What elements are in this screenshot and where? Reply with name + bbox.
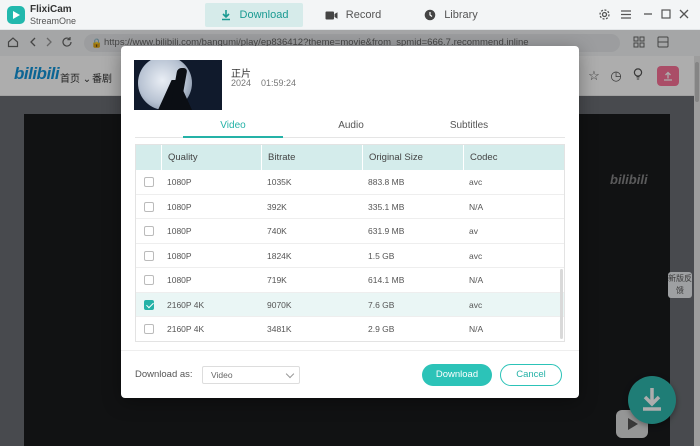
menu-icon[interactable]	[619, 7, 633, 21]
minimize-icon[interactable]	[641, 7, 655, 21]
video-duration: 01:59:24	[261, 78, 297, 88]
tab-record-label: Record	[345, 9, 382, 21]
app-subtitle: StreamOne	[30, 16, 77, 26]
title-bar: FlixiCam StreamOne Download Record Libra…	[0, 0, 700, 30]
row-checkbox[interactable]	[144, 299, 154, 310]
download-as-value: Video	[211, 370, 233, 380]
cell-quality: 2160P 4K	[167, 299, 205, 310]
cell-bitrate: 9070K	[267, 299, 292, 310]
table-row[interactable]: 1080P 1035K 883.8 MB avc	[136, 170, 564, 195]
cell-quality: 1080P	[167, 275, 192, 285]
library-icon	[424, 9, 436, 21]
app-name: FlixiCam	[30, 4, 72, 15]
quality-table: Quality Bitrate Original Size Codec 1080…	[135, 144, 565, 342]
table-header: Quality Bitrate Original Size Codec	[136, 145, 564, 170]
cell-size: 614.1 MB	[368, 275, 405, 285]
cell-bitrate: 3481K	[267, 324, 292, 334]
cell-bitrate: 719K	[267, 275, 287, 285]
record-icon	[325, 11, 338, 19]
tab-library-label: Library	[444, 9, 478, 21]
cell-size: 2.9 GB	[368, 324, 395, 334]
table-row[interactable]: 1080P 719K 614.1 MB N/A	[136, 268, 564, 293]
media-tabs: Video Audio Subtitles	[135, 118, 565, 138]
column-bitrate: Bitrate	[261, 145, 362, 170]
cell-codec: av	[469, 226, 478, 236]
download-as-label: Download as:	[135, 369, 193, 380]
cell-size: 1.5 GB	[368, 250, 395, 261]
download-as-select[interactable]: Video	[202, 366, 300, 384]
cell-bitrate: 1035K	[267, 177, 292, 187]
cell-codec: N/A	[469, 275, 484, 285]
cell-codec: avc	[469, 177, 483, 187]
row-checkbox[interactable]	[144, 226, 154, 236]
video-thumbnail	[134, 60, 222, 110]
cancel-button[interactable]: Cancel	[500, 364, 562, 386]
app-logo-icon	[7, 6, 25, 24]
tab-subtitles[interactable]: Subtitles	[419, 118, 519, 138]
footer-divider	[121, 350, 579, 351]
cell-bitrate: 392K	[267, 201, 287, 212]
table-scrollbar[interactable]	[560, 269, 563, 339]
table-row[interactable]: 1080P 1824K 1.5 GB avc	[136, 244, 564, 268]
settings-icon[interactable]	[597, 7, 611, 21]
cell-size: 883.8 MB	[368, 177, 405, 187]
cell-quality: 1080P	[167, 226, 192, 236]
download-icon	[221, 10, 230, 21]
table-row[interactable]: 1080P 740K 631.9 MB av	[136, 219, 564, 244]
row-checkbox[interactable]	[144, 275, 154, 285]
cell-quality: 1080P	[167, 177, 192, 187]
download-options-dialog: 正片 2024 01:59:24 Video Audio Subtitles Q…	[121, 46, 579, 398]
cell-bitrate: 1824K	[267, 250, 292, 261]
cell-codec: N/A	[469, 201, 484, 212]
row-checkbox[interactable]	[144, 324, 154, 334]
table-row[interactable]: 2160P 4K 9070K 7.6 GB avc	[136, 292, 564, 317]
tab-record[interactable]: Record	[318, 3, 388, 27]
cell-codec: avc	[469, 299, 483, 310]
cell-size: 335.1 MB	[368, 201, 405, 212]
close-icon[interactable]	[677, 7, 691, 21]
chevron-down-icon	[285, 369, 295, 379]
cell-size: 7.6 GB	[368, 299, 395, 310]
cell-size: 631.9 MB	[368, 226, 405, 236]
column-codec: Codec	[463, 145, 564, 170]
tab-download-label: Download	[239, 9, 289, 21]
row-checkbox[interactable]	[144, 250, 154, 261]
column-original-size: Original Size	[362, 145, 463, 170]
tab-video[interactable]: Video	[183, 118, 283, 138]
row-checkbox[interactable]	[144, 201, 154, 212]
tab-download[interactable]: Download	[205, 3, 303, 27]
cell-codec: avc	[469, 250, 483, 261]
cell-codec: N/A	[469, 324, 484, 334]
cell-quality: 1080P	[167, 201, 192, 212]
maximize-icon[interactable]	[659, 7, 673, 21]
table-row[interactable]: 2160P 4K 3481K 2.9 GB N/A	[136, 317, 564, 341]
cell-quality: 1080P	[167, 250, 192, 261]
table-row[interactable]: 1080P 392K 335.1 MB N/A	[136, 195, 564, 219]
video-year: 2024	[231, 78, 252, 88]
cell-bitrate: 740K	[267, 226, 287, 236]
tab-library[interactable]: Library	[418, 3, 484, 27]
column-quality: Quality	[161, 145, 261, 170]
cell-quality: 2160P 4K	[167, 324, 205, 334]
row-checkbox[interactable]	[144, 177, 154, 187]
tab-audio[interactable]: Audio	[301, 118, 401, 138]
download-button[interactable]: Download	[422, 364, 492, 386]
